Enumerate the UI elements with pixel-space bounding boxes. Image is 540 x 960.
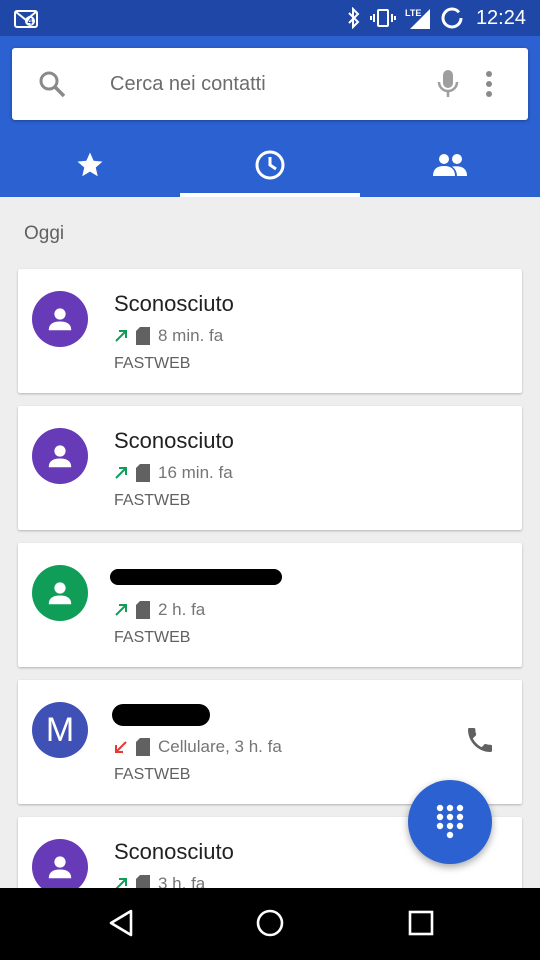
- person-icon: [48, 308, 72, 331]
- battery-icon: [440, 6, 464, 30]
- more-options-icon[interactable]: [484, 70, 494, 103]
- notification-icon: 4: [14, 8, 38, 28]
- redacted-name: [110, 569, 282, 585]
- bluetooth-icon: [346, 7, 362, 29]
- call-time: 3 h. fa: [158, 874, 206, 888]
- status-bar: 4 LTE 12:24: [0, 0, 540, 36]
- clock-time: 12:24: [475, 6, 526, 29]
- outgoing-call-icon: [115, 604, 127, 616]
- tab-favorites[interactable]: [0, 137, 180, 197]
- mic-icon[interactable]: [436, 68, 460, 105]
- notification-badge: 4: [27, 17, 32, 27]
- carrier-label: FASTWEB: [114, 355, 191, 372]
- search-bar[interactable]: [12, 48, 528, 120]
- sim-card-icon: [136, 464, 150, 482]
- outgoing-call-icon: [115, 330, 127, 342]
- sim-card-icon: [136, 738, 150, 756]
- contact-name: Sconosciuto: [114, 839, 234, 864]
- contact-name: Sconosciuto: [114, 428, 234, 453]
- person-icon: [48, 856, 72, 879]
- app-bar: [0, 36, 540, 197]
- carrier-label: FASTWEB: [114, 629, 191, 646]
- person-icon: [48, 582, 72, 605]
- network-label: LTE: [405, 8, 421, 18]
- sim-card-icon: [136, 327, 150, 345]
- avatar[interactable]: [32, 291, 88, 347]
- person-icon: [48, 445, 72, 468]
- call-time: Cellulare, 3 h. fa: [158, 737, 282, 756]
- contact-name: Sconosciuto: [114, 291, 234, 316]
- avatar[interactable]: [32, 565, 88, 621]
- home-icon[interactable]: [255, 908, 285, 943]
- people-icon: [432, 152, 468, 183]
- call-time: 2 h. fa: [158, 600, 206, 619]
- avatar[interactable]: [32, 428, 88, 484]
- call-time: 16 min. fa: [158, 463, 233, 482]
- carrier-label: FASTWEB: [114, 766, 191, 783]
- star-icon: [75, 150, 105, 185]
- call-meta: Cellulare, 3 h. fa: [114, 737, 282, 757]
- carrier-label: FASTWEB: [114, 492, 191, 509]
- call-meta: 8 min. fa: [114, 326, 223, 346]
- search-input[interactable]: [110, 70, 410, 98]
- missed-call-icon: [115, 741, 127, 753]
- call-meta: 3 h. fa: [114, 874, 205, 888]
- avatar[interactable]: M: [32, 702, 88, 758]
- sim-card-icon: [136, 875, 150, 888]
- back-icon[interactable]: [106, 908, 136, 943]
- call-log-item[interactable]: Sconosciuto 16 min. fa FASTWEB: [18, 406, 522, 530]
- call-log-item[interactable]: 2 h. fa FASTWEB: [18, 543, 522, 667]
- redacted-name: [112, 704, 210, 726]
- tab-bar: [0, 137, 540, 197]
- dialpad-button[interactable]: [408, 780, 492, 864]
- section-header-today: Oggi: [24, 223, 65, 244]
- outgoing-call-icon: [115, 878, 127, 888]
- avatar[interactable]: [32, 839, 88, 888]
- call-time: 8 min. fa: [158, 326, 224, 345]
- sim-card-icon: [136, 601, 150, 619]
- dialpad-icon: [436, 804, 464, 839]
- tab-contacts[interactable]: [360, 137, 540, 197]
- vibrate-icon: [369, 8, 396, 28]
- call-meta: 16 min. fa: [114, 463, 233, 483]
- clock-icon: [254, 149, 286, 186]
- call-meta: 2 h. fa: [114, 600, 205, 620]
- navigation-bar: [0, 888, 540, 960]
- outgoing-call-icon: [115, 467, 127, 479]
- signal-icon: LTE: [404, 7, 432, 29]
- call-log-item[interactable]: Sconosciuto 8 min. fa FASTWEB: [18, 269, 522, 393]
- tab-recents[interactable]: [180, 137, 360, 197]
- phone-icon[interactable]: [464, 724, 496, 761]
- search-icon[interactable]: [38, 70, 66, 103]
- recents-icon[interactable]: [406, 908, 436, 943]
